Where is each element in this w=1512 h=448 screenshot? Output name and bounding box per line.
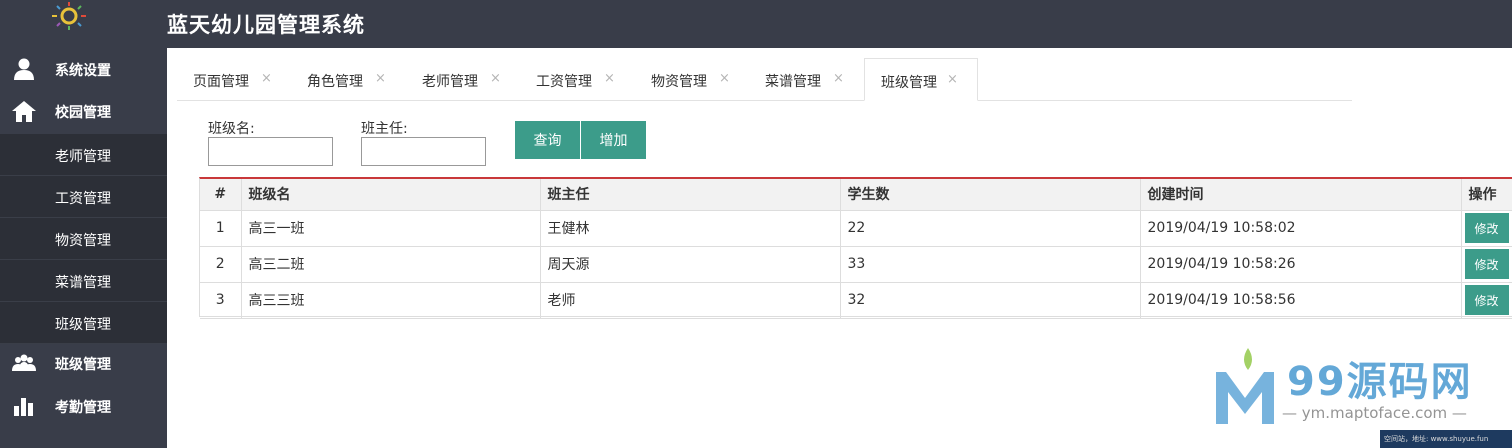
sidebar-group-label: 考勤管理 [55, 400, 111, 416]
table-row: 1 高三一班 王健林 22 2019/04/19 10:58:02 修改 [200, 210, 1512, 247]
cell-action: 修改 [1461, 282, 1512, 319]
sidebar-item-label: 菜谱管理 [55, 275, 111, 291]
close-icon[interactable]: × [490, 71, 501, 86]
close-icon[interactable]: × [604, 71, 615, 86]
sidebar-group-system-settings[interactable]: 系统设置 [0, 48, 167, 90]
sidebar-group-label: 班级管理 [55, 357, 111, 373]
cell-index: 3 [200, 282, 242, 319]
close-icon[interactable]: × [719, 71, 730, 86]
class-name-label: 班级名: [208, 121, 255, 137]
sidebar-item-label: 物资管理 [55, 233, 111, 249]
class-name-input[interactable] [208, 137, 333, 166]
tab-label: 页面管理 [193, 74, 249, 90]
tab-bar: 页面管理 × 角色管理 × 老师管理 × 工资管理 × 物资管理 × 菜谱管理 … [177, 58, 1352, 101]
column-header-created: 创建时间 [1140, 179, 1462, 211]
sidebar-group-class-management[interactable]: 班级管理 [0, 342, 167, 384]
cell-students: 33 [840, 246, 1141, 283]
tab-role-management[interactable]: 角色管理 × [291, 58, 401, 101]
table-row: 2 高三二班 周天源 33 2019/04/19 10:58:26 修改 [200, 246, 1512, 283]
edit-button[interactable]: 修改 [1464, 249, 1509, 279]
cell-index: 2 [200, 246, 242, 283]
close-icon[interactable]: × [833, 71, 844, 86]
sidebar-group-attendance[interactable]: 考勤管理 [0, 385, 167, 427]
tab-supplies-management[interactable]: 物资管理 × [635, 58, 745, 101]
sidebar-item-label: 工资管理 [55, 191, 111, 207]
tab-label: 菜谱管理 [765, 74, 821, 90]
cell-created: 2019/04/19 10:58:26 [1140, 246, 1462, 283]
group-icon [12, 354, 36, 371]
sidebar-item-salary[interactable]: 工资管理 [0, 176, 167, 218]
table-header-row: # 班级名 班主任 学生数 创建时间 操作 [200, 179, 1512, 211]
cell-class-name: 高三二班 [241, 246, 541, 283]
app-root: 蓝天幼儿园管理系统 系统设置 校园管理 老师管理 工资管理 物资管理 菜谱管理 [0, 0, 1512, 448]
cell-created: 2019/04/19 10:58:02 [1140, 210, 1462, 247]
sidebar-item-menu[interactable]: 菜谱管理 [0, 260, 167, 302]
column-header-teacher: 班主任 [540, 179, 841, 211]
column-header-action: 操作 [1461, 179, 1512, 211]
sidebar-item-teachers[interactable]: 老师管理 [0, 134, 167, 176]
cell-index: 1 [200, 210, 242, 247]
cell-students: 22 [840, 210, 1141, 247]
home-icon [12, 101, 36, 122]
sun-logo-icon [52, 2, 86, 30]
column-header-students: 学生数 [840, 179, 1141, 211]
sidebar-group-label: 校园管理 [55, 105, 111, 121]
close-icon[interactable]: × [375, 71, 386, 86]
app-title: 蓝天幼儿园管理系统 [167, 13, 365, 37]
class-table: # 班级名 班主任 学生数 创建时间 操作 1 高三一班 王健林 22 2019 [199, 177, 1512, 319]
teacher-input[interactable] [361, 137, 486, 166]
cell-teacher: 周天源 [540, 246, 841, 283]
tab-class-management[interactable]: 班级管理 × [864, 58, 978, 101]
cell-created: 2019/04/19 10:58:56 [1140, 282, 1462, 319]
class-table-grid: # 班级名 班主任 学生数 创建时间 操作 1 高三一班 王健林 22 2019 [200, 179, 1512, 319]
main-content: 页面管理 × 角色管理 × 老师管理 × 工资管理 × 物资管理 × 菜谱管理 … [167, 48, 1512, 448]
cell-class-name: 高三一班 [241, 210, 541, 247]
edit-button[interactable]: 修改 [1464, 213, 1509, 243]
tab-salary-management[interactable]: 工资管理 × [520, 58, 630, 101]
tab-label: 老师管理 [422, 74, 478, 90]
sidebar-item-label: 班级管理 [55, 317, 111, 333]
tab-teacher-management[interactable]: 老师管理 × [406, 58, 516, 101]
edit-button[interactable]: 修改 [1464, 285, 1509, 315]
bar-chart-icon [14, 398, 33, 416]
add-button[interactable]: 增加 [581, 121, 646, 159]
cell-students: 32 [840, 282, 1141, 319]
tab-menu-management[interactable]: 菜谱管理 × [749, 58, 859, 101]
sidebar: 系统设置 校园管理 老师管理 工资管理 物资管理 菜谱管理 班级管理 班级管理 … [0, 48, 167, 448]
tab-label: 物资管理 [651, 74, 707, 90]
close-icon[interactable]: × [261, 71, 272, 86]
sidebar-group-label: 系统设置 [55, 63, 111, 79]
column-header-index: # [200, 179, 242, 211]
sidebar-item-label: 老师管理 [55, 149, 111, 165]
table-row: 3 高三三班 老师 32 2019/04/19 10:58:56 修改 [200, 282, 1512, 319]
query-button[interactable]: 查询 [515, 121, 580, 159]
cell-teacher: 老师 [540, 282, 841, 319]
close-icon[interactable]: × [947, 72, 958, 87]
cell-action: 修改 [1461, 246, 1512, 283]
cell-teacher: 王健林 [540, 210, 841, 247]
cell-class-name: 高三三班 [241, 282, 541, 319]
sidebar-item-supplies[interactable]: 物资管理 [0, 218, 167, 260]
user-icon [14, 58, 34, 80]
cell-action: 修改 [1461, 210, 1512, 247]
tab-page-management[interactable]: 页面管理 × [177, 58, 287, 101]
tab-label: 角色管理 [307, 74, 363, 90]
tab-label: 工资管理 [536, 74, 592, 90]
teacher-label: 班主任: [361, 121, 408, 137]
sidebar-item-classes[interactable]: 班级管理 [0, 302, 167, 344]
top-header: 蓝天幼儿园管理系统 [0, 0, 1512, 48]
sidebar-group-campus[interactable]: 校园管理 [0, 90, 167, 132]
column-header-class-name: 班级名 [241, 179, 541, 211]
tab-label: 班级管理 [881, 75, 937, 91]
